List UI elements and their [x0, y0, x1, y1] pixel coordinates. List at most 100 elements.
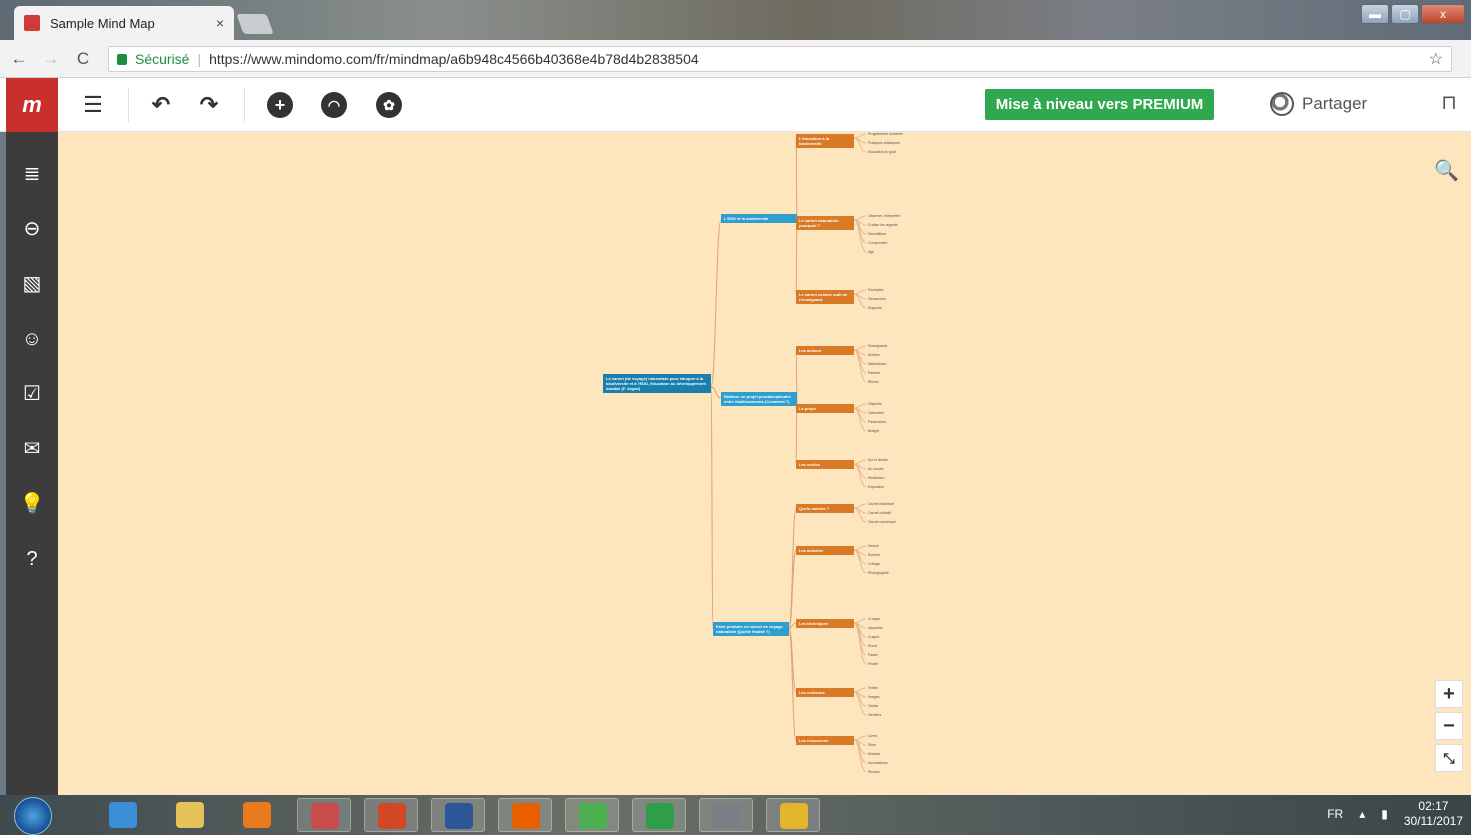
- subtopic[interactable]: Les acteurs: [796, 346, 854, 355]
- ie-icon[interactable]: [96, 798, 150, 832]
- image-icon[interactable]: ▧: [18, 270, 46, 298]
- subtopic[interactable]: Les activités: [796, 546, 854, 555]
- tray-arrow-icon[interactable]: ▴: [1359, 807, 1365, 821]
- relationship-icon[interactable]: ◠: [321, 92, 347, 118]
- leaf-topic[interactable]: Calendrier: [868, 411, 944, 415]
- leaf-topic[interactable]: Aquarelle: [868, 626, 944, 630]
- zoom-out-button[interactable]: −: [1435, 712, 1463, 740]
- back-button[interactable]: ←: [6, 49, 32, 69]
- fit-to-screen-button[interactable]: ⤡: [1435, 744, 1463, 772]
- leaf-topic[interactable]: Sur le terrain: [868, 458, 944, 462]
- leaf-topic[interactable]: Carnet numérique: [868, 520, 944, 524]
- leaf-topic[interactable]: Supports: [868, 306, 944, 310]
- language-indicator[interactable]: FR: [1327, 807, 1343, 821]
- forward-button[interactable]: →: [38, 49, 64, 69]
- leaf-topic[interactable]: Pastel: [868, 653, 944, 657]
- leaf-topic[interactable]: Associations: [868, 761, 944, 765]
- firefox-icon[interactable]: [498, 798, 552, 832]
- leaf-topic[interactable]: Démarches: [868, 297, 944, 301]
- upgrade-premium-button[interactable]: Mise à niveau vers PREMIUM: [985, 89, 1214, 120]
- mindomo-logo[interactable]: m: [6, 78, 58, 132]
- bookmark-star-icon[interactable]: ☆: [1429, 49, 1443, 69]
- new-tab-button[interactable]: [236, 14, 274, 34]
- leaf-topic[interactable]: Pratiques artistiques: [868, 141, 944, 145]
- powerpoint-icon[interactable]: [364, 798, 418, 832]
- branch-topic[interactable]: L'EDD et la biodiversité: [721, 214, 797, 223]
- leaf-topic[interactable]: Musées: [868, 752, 944, 756]
- outline-icon[interactable]: ≣: [18, 160, 46, 188]
- leaf-topic[interactable]: Exposition: [868, 485, 944, 489]
- redo-icon[interactable]: ↷: [196, 92, 222, 118]
- url-text[interactable]: https://www.mindomo.com/fr/mindmap/a6b94…: [209, 51, 699, 67]
- subtopic[interactable]: Quels carnets ?: [796, 504, 854, 513]
- leaf-topic[interactable]: Objectifs: [868, 402, 944, 406]
- subtopic[interactable]: Les techniques: [796, 619, 854, 628]
- leaf-topic[interactable]: Dessin: [868, 544, 944, 548]
- security-icon[interactable]: [766, 798, 820, 832]
- leaf-topic[interactable]: Écriture: [868, 553, 944, 557]
- leaf-topic[interactable]: Enseignants: [868, 344, 944, 348]
- leaf-topic[interactable]: Budget: [868, 429, 944, 433]
- leaf-topic[interactable]: Revues: [868, 770, 944, 774]
- hp-icon[interactable]: [632, 798, 686, 832]
- help-icon[interactable]: ?: [18, 545, 46, 573]
- leaf-topic[interactable]: Carnet individuel: [868, 502, 944, 506]
- leaf-topic[interactable]: Crayon: [868, 635, 944, 639]
- leaf-topic[interactable]: Comprendre: [868, 241, 944, 245]
- root-topic[interactable]: Le carnet (de voyage) naturaliste pour é…: [603, 374, 711, 393]
- idea-icon[interactable]: 💡: [18, 490, 46, 518]
- leaf-topic[interactable]: Naturalistes: [868, 362, 944, 366]
- leaf-topic[interactable]: Sites: [868, 743, 944, 747]
- share-button[interactable]: Partager: [1270, 92, 1367, 116]
- leaf-topic[interactable]: Livres: [868, 734, 944, 738]
- undo-icon[interactable]: ↶: [148, 92, 174, 118]
- leaf-topic[interactable]: Élèves: [868, 380, 944, 384]
- explorer-icon[interactable]: [163, 798, 217, 832]
- leaf-topic[interactable]: Partenaires: [868, 420, 944, 424]
- leaf-topic[interactable]: Cartes: [868, 704, 944, 708]
- leaf-topic[interactable]: Feutre: [868, 662, 944, 666]
- add-topic-icon[interactable]: +: [267, 92, 293, 118]
- close-window-button[interactable]: x: [1421, 4, 1465, 24]
- leaf-topic[interactable]: Herbiers: [868, 713, 944, 717]
- presentation-icon[interactable]: ⊓: [1436, 90, 1462, 118]
- tab-close-icon[interactable]: ×: [216, 15, 224, 31]
- tab-sample-mind-map[interactable]: Sample Mind Map ×: [14, 6, 234, 40]
- subtopic[interactable]: Les contenus: [796, 688, 854, 697]
- link-icon[interactable]: ⊖: [18, 215, 46, 243]
- leaf-topic[interactable]: Images: [868, 695, 944, 699]
- media-icon[interactable]: [230, 798, 284, 832]
- mindmap-canvas[interactable]: 🔍 + − ⤡ Le carnet (de voyage) naturalist…: [58, 132, 1471, 795]
- start-button[interactable]: [14, 797, 52, 835]
- leaf-topic[interactable]: Exemples: [868, 288, 944, 292]
- theme-palette-icon[interactable]: ✿: [376, 92, 402, 118]
- leaf-topic[interactable]: Croiser les regards: [868, 223, 944, 227]
- leaf-topic[interactable]: Agir: [868, 250, 944, 254]
- tasks-icon[interactable]: ☑: [18, 380, 46, 408]
- leaf-topic[interactable]: Au musée: [868, 467, 944, 471]
- leaf-topic[interactable]: Encre: [868, 644, 944, 648]
- leaf-topic[interactable]: Collage: [868, 562, 944, 566]
- leaf-topic[interactable]: Parents: [868, 371, 944, 375]
- laptop-icon[interactable]: [699, 798, 753, 832]
- leaf-topic[interactable]: Sensibiliser: [868, 232, 944, 236]
- network-icon[interactable]: ▮: [1381, 807, 1388, 821]
- leaf-topic[interactable]: Photographie: [868, 571, 944, 575]
- subtopic[interactable]: Le carnet comme outil de l'enseignant: [796, 290, 854, 304]
- reload-button[interactable]: C: [70, 49, 96, 69]
- word-icon[interactable]: [431, 798, 485, 832]
- leaf-topic[interactable]: Restitution: [868, 476, 944, 480]
- clock[interactable]: 02:17 30/11/2017: [1404, 799, 1463, 829]
- leaf-topic[interactable]: Croquis: [868, 617, 944, 621]
- leaf-topic[interactable]: Programmes scolaires: [868, 132, 944, 136]
- subtopic[interactable]: Le carnet naturaliste : pourquoi ?: [796, 216, 854, 230]
- search-icon[interactable]: 🔍: [1434, 158, 1459, 183]
- leaf-topic[interactable]: Observer, interpréter: [868, 214, 944, 218]
- menu-icon[interactable]: ☰: [80, 92, 106, 118]
- comments-icon[interactable]: ✉: [18, 435, 46, 463]
- leaf-topic[interactable]: Carnet collectif: [868, 511, 944, 515]
- chrome-icon[interactable]: [565, 798, 619, 832]
- emoji-icon[interactable]: ☺: [18, 325, 46, 353]
- branch-topic[interactable]: Réaliser un projet pluridisciplinaire en…: [721, 392, 797, 406]
- branch-topic[interactable]: Faire produire un carnet de voyage natur…: [713, 622, 789, 636]
